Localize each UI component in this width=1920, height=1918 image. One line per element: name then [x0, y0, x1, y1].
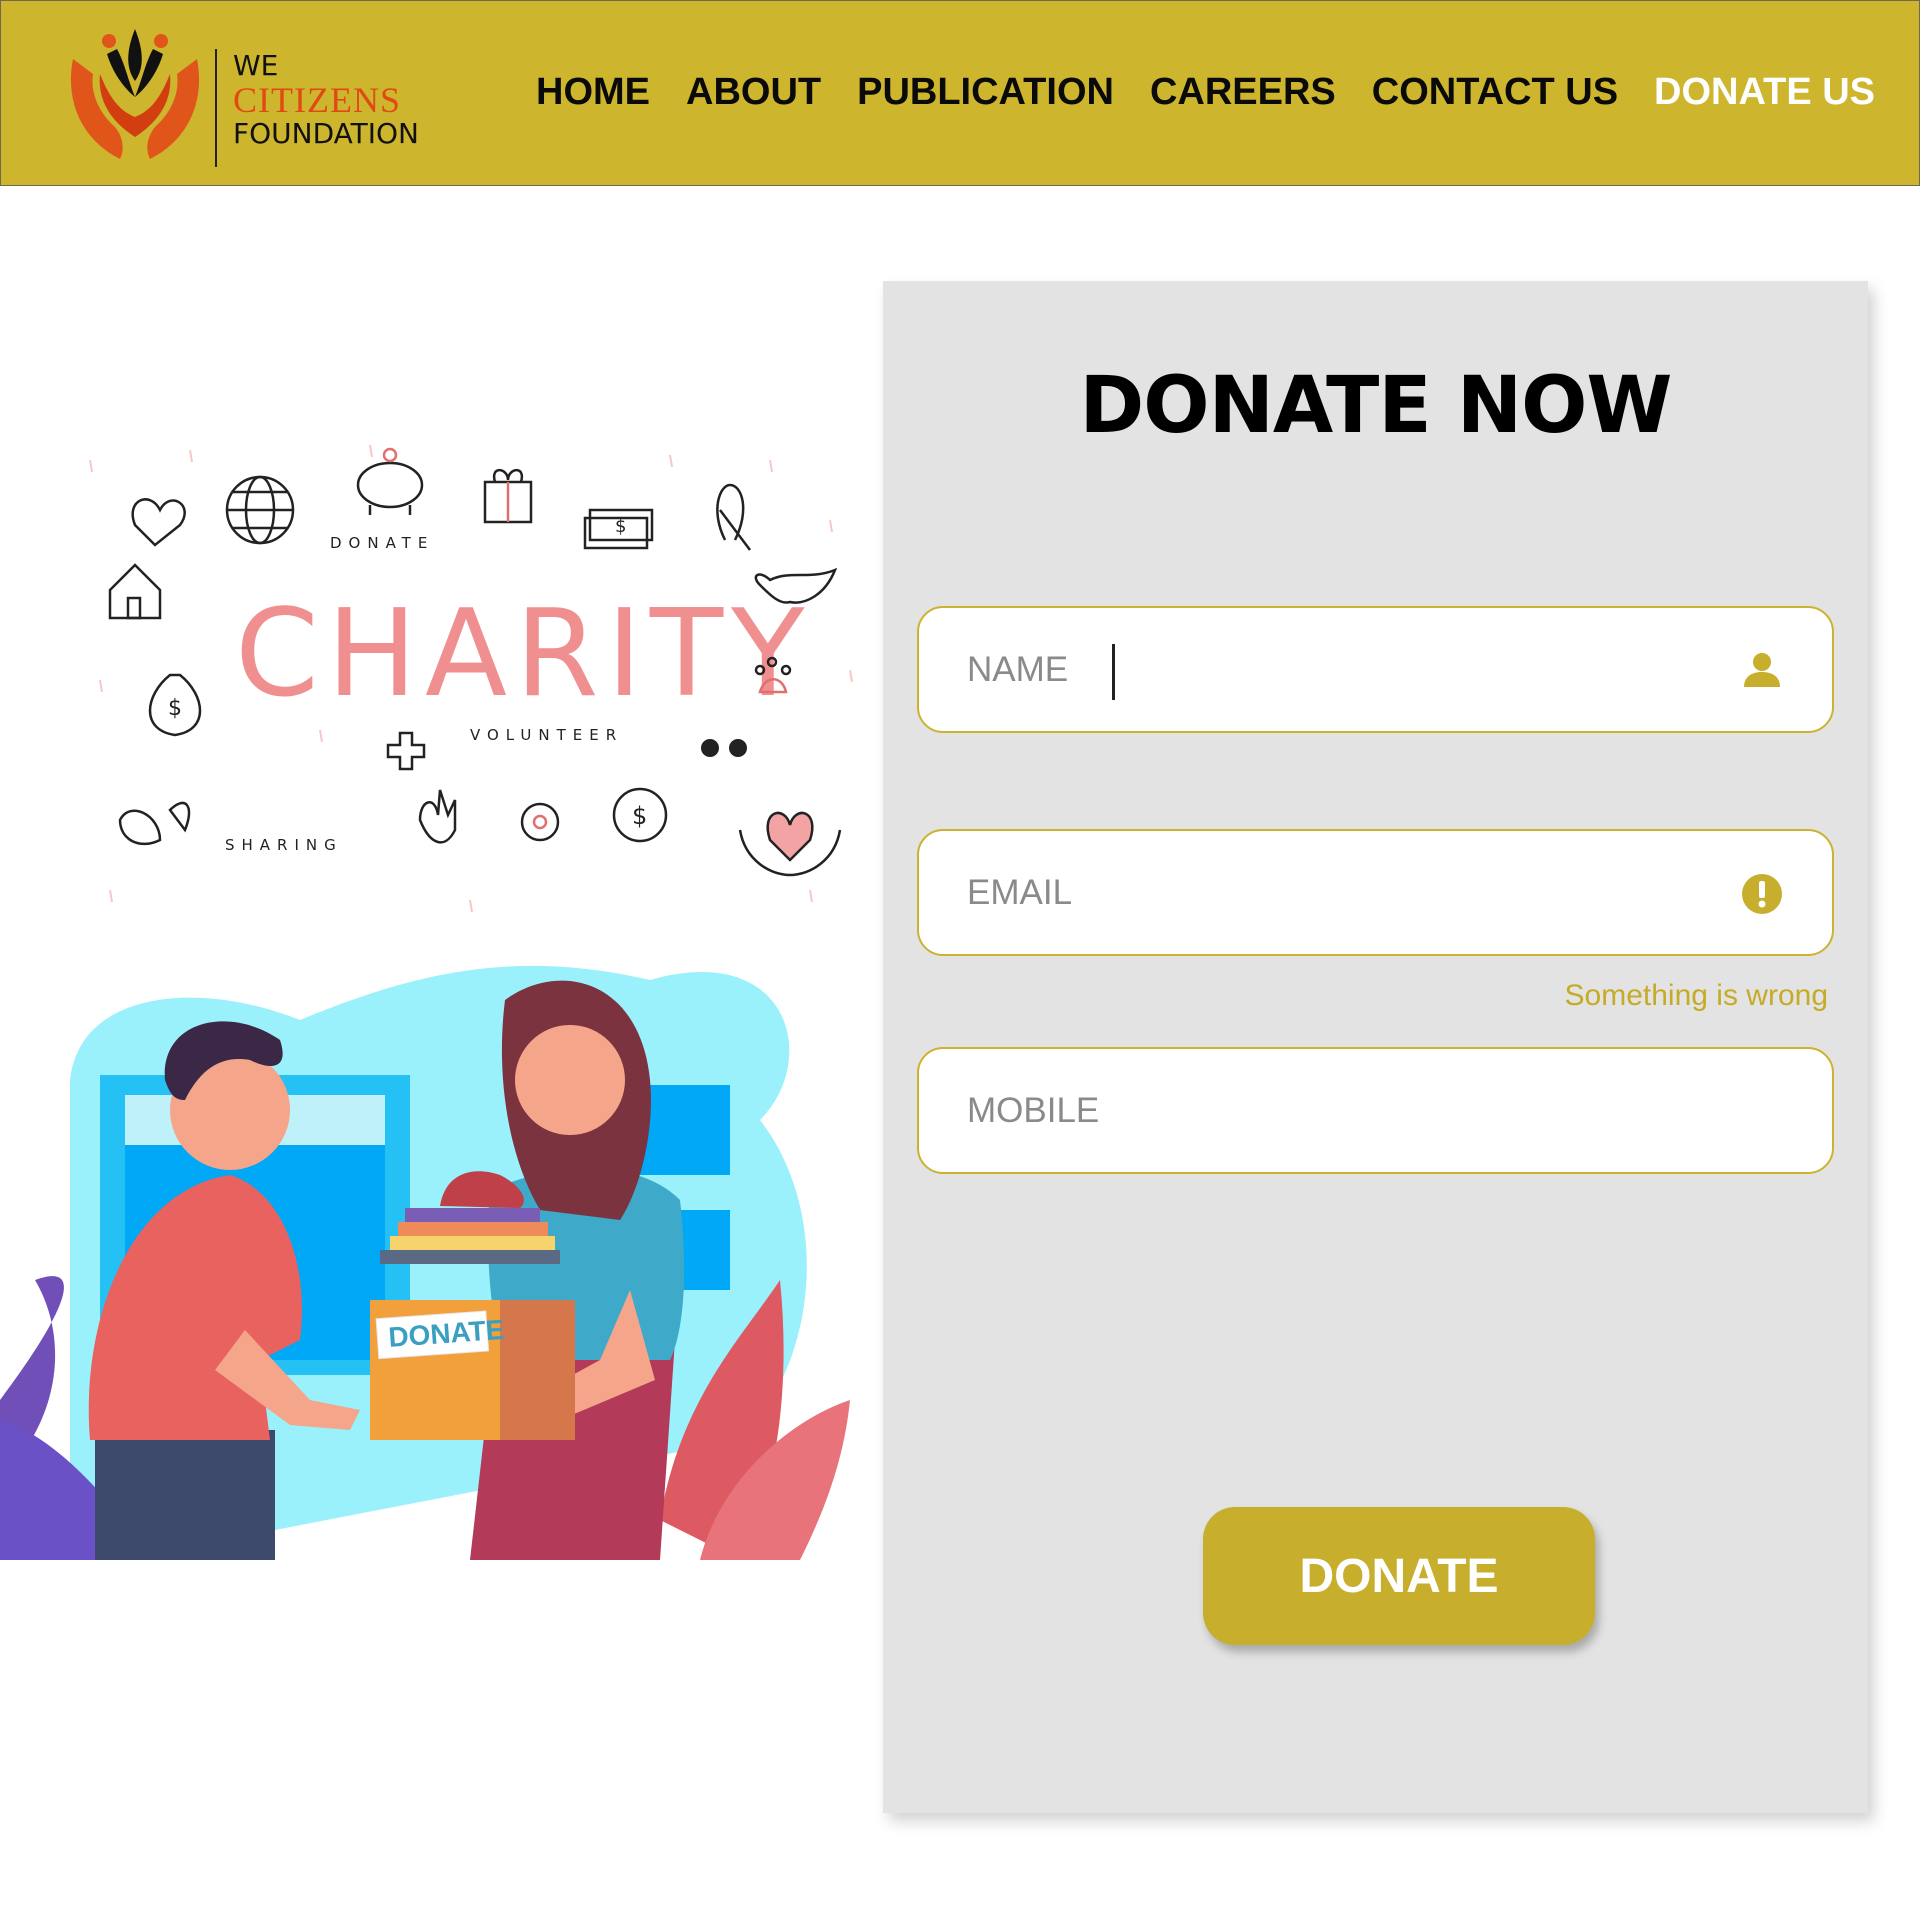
svg-text:$: $: [632, 802, 647, 830]
logo-line-we: WE: [233, 49, 279, 82]
nav-about[interactable]: ABOUT: [686, 71, 821, 114]
charity-title: CHARITY: [235, 585, 812, 724]
svg-text:$: $: [615, 516, 626, 537]
donate-button[interactable]: DONATE: [1203, 1507, 1595, 1645]
name-input[interactable]: [967, 638, 1667, 702]
page-title: DONATE NOW: [1079, 361, 1673, 451]
people-doodle-icon: [701, 739, 747, 757]
hands-logo-icon: [70, 29, 200, 159]
text-caret: [1112, 644, 1115, 700]
mobile-input[interactable]: [967, 1079, 1667, 1143]
leaf-doodle-icon: [118, 801, 191, 846]
donate-form-panel: DONATE NOW Something is wrong DONATE: [883, 281, 1868, 1813]
plus-doodle-icon: [386, 731, 426, 771]
heart-hands-doodle-icon: [738, 811, 842, 877]
alert-icon: [1742, 874, 1782, 914]
piggy-bank-doodle-icon: [356, 447, 424, 515]
nav-contact-us[interactable]: CONTACT US: [1372, 71, 1618, 114]
heart-doodle-icon: [131, 498, 186, 547]
house-doodle-icon: [108, 563, 162, 620]
svg-text:$: $: [168, 696, 182, 721]
money-bag-doodle-icon: $: [148, 673, 202, 737]
charity-word-sharing: SHARING: [225, 836, 343, 854]
medal-doodle-icon: [520, 802, 560, 842]
money-doodle-icon: $: [583, 508, 654, 550]
email-error-message: Something is wrong: [1564, 979, 1828, 1012]
gift-doodle-icon: [483, 468, 533, 524]
main-nav: HOME ABOUT PUBLICATION CAREERS CONTACT U…: [536, 71, 1875, 114]
nav-donate-us[interactable]: DONATE US: [1654, 71, 1875, 114]
nav-home[interactable]: HOME: [536, 71, 650, 114]
hand-doodle-icon: [418, 789, 457, 844]
site-header: WE CITIZENS FOUNDATION HOME ABOUT PUBLIC…: [0, 0, 1920, 186]
ribbon-doodle-icon: [716, 483, 751, 551]
site-logo[interactable]: WE CITIZENS FOUNDATION: [65, 19, 425, 169]
user-icon: [1744, 653, 1780, 687]
logo-line-citizens: CITIZENS: [233, 80, 401, 120]
email-input[interactable]: [967, 861, 1667, 925]
mobile-field[interactable]: [917, 1047, 1834, 1174]
donation-illustration: DONATE: [0, 965, 850, 1560]
nav-publication[interactable]: PUBLICATION: [857, 71, 1114, 114]
charity-word-donate: DONATE: [330, 534, 434, 552]
logo-line-foundation: FOUNDATION: [233, 117, 419, 150]
name-field[interactable]: [917, 606, 1834, 733]
nav-careers[interactable]: CAREERS: [1150, 71, 1336, 114]
charity-word-volunteer: VOLUNTEER: [470, 726, 623, 744]
coin-doodle-icon: $: [612, 787, 668, 843]
donation-box-label: DONATE: [375, 1310, 505, 1360]
email-field[interactable]: [917, 829, 1834, 956]
charity-doodle-illustration: $ DONATE CHARITY VOLUNTEER SHARING $ $: [89, 444, 853, 913]
logo-wordmark: WE CITIZENS FOUNDATION: [233, 49, 419, 151]
logo-divider: [215, 49, 217, 167]
globe-doodle-icon: [225, 475, 295, 545]
